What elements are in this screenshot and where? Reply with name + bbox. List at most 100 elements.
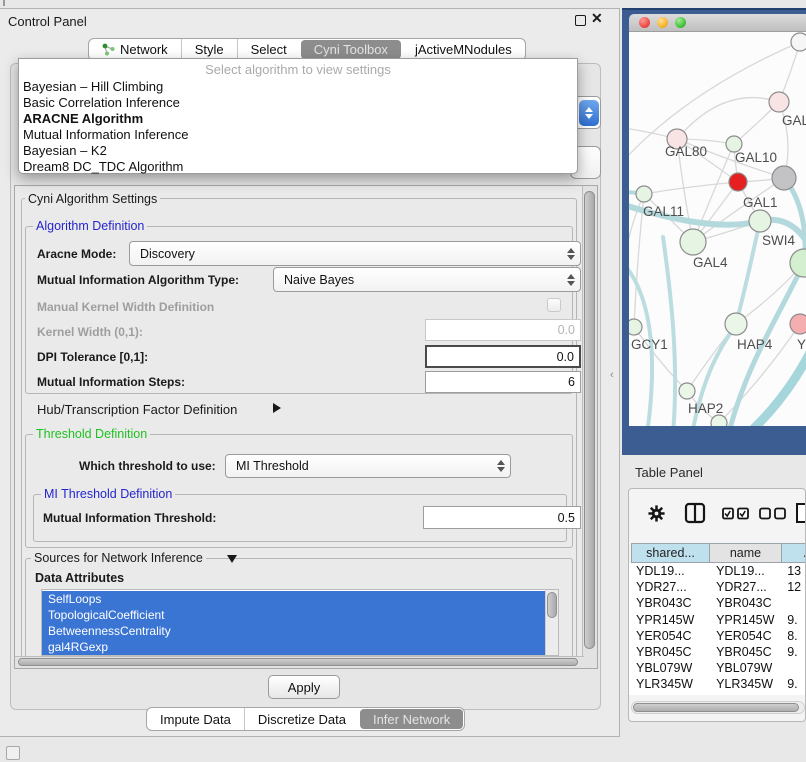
split-columns-icon[interactable]: [684, 502, 706, 529]
network-edge[interactable]: [677, 98, 779, 139]
column-header-shared-name[interactable]: shared...: [631, 543, 710, 563]
tab-cyni-toolbox[interactable]: Cyni Toolbox: [301, 40, 401, 59]
network-node[interactable]: [729, 173, 747, 191]
zoom-button[interactable]: [675, 17, 686, 28]
manual-kernel-width-checkbox[interactable]: [547, 298, 561, 312]
network-node[interactable]: [679, 383, 695, 399]
table-cell[interactable]: YBL079W: [631, 661, 711, 675]
tab-select[interactable]: Select: [237, 39, 300, 60]
mi-algorithm-type-combo[interactable]: Naive Bayes: [273, 267, 581, 292]
column-header-partial[interactable]: A: [782, 543, 806, 563]
tab-network[interactable]: Network: [89, 39, 181, 60]
table-cell[interactable]: YDR27...: [711, 580, 782, 594]
node-table-body[interactable]: YDL19...YDL19...13YDR27...YDR27...12YBR0…: [629, 563, 806, 695]
mi-steps-field[interactable]: 6: [425, 371, 581, 393]
settings-hscrollbar-thumb[interactable]: [18, 658, 578, 666]
table-cell[interactable]: YER054C: [711, 629, 782, 643]
table-cell[interactable]: 12: [782, 580, 806, 594]
table-cell[interactable]: 9.: [782, 694, 806, 695]
collapse-arrow-icon[interactable]: [227, 555, 237, 563]
table-row[interactable]: YDR27...YDR27...12: [629, 579, 806, 595]
network-edge[interactable]: [663, 237, 675, 426]
table-cell[interactable]: YER054C: [631, 629, 711, 643]
attribute-list-item[interactable]: SelfLoops: [42, 591, 545, 607]
table-cell[interactable]: YPR145W: [631, 613, 711, 627]
mi-threshold-field[interactable]: 0.5: [423, 506, 581, 529]
network-window-titlebar[interactable]: [629, 14, 806, 32]
network-node[interactable]: [636, 186, 652, 202]
aracne-mode-combo[interactable]: Discovery: [129, 241, 581, 266]
tab-jactivemnodules[interactable]: jActiveMNodules: [402, 39, 525, 60]
select-all-checks-icon[interactable]: [722, 507, 750, 525]
table-row[interactable]: YBR045CYBR045C9.: [629, 644, 806, 660]
network-node[interactable]: [772, 166, 796, 190]
tab-style[interactable]: Style: [181, 39, 237, 60]
network-node[interactable]: [725, 313, 747, 335]
table-cell[interactable]: YIL052C: [711, 694, 782, 695]
algorithm-option[interactable]: ARACNE Algorithm: [19, 111, 577, 127]
table-cell[interactable]: YLR345W: [631, 677, 711, 691]
network-node[interactable]: [629, 319, 642, 335]
table-cell[interactable]: YBR043C: [631, 596, 711, 610]
table-cell[interactable]: YDR27...: [631, 580, 711, 594]
list-scrollbar-thumb[interactable]: [547, 592, 557, 618]
table-row[interactable]: YPR145WYPR145W9.: [629, 612, 806, 628]
network-node[interactable]: [790, 314, 806, 334]
algorithm-option[interactable]: Basic Correlation Inference: [19, 95, 577, 111]
apply-button[interactable]: Apply: [268, 675, 340, 699]
table-cell[interactable]: YBL079W: [711, 661, 782, 675]
table-cell[interactable]: YBR045C: [711, 645, 782, 659]
dock-panel-icon[interactable]: [6, 746, 20, 760]
table-cell[interactable]: 8.: [782, 629, 806, 643]
algorithm-option[interactable]: Bayesian – K2: [19, 143, 577, 159]
network-node[interactable]: [790, 249, 806, 277]
deselect-boxes-icon[interactable]: [759, 507, 787, 525]
float-icon[interactable]: [575, 15, 586, 26]
tab-impute-data[interactable]: Impute Data: [147, 708, 244, 730]
table-cell[interactable]: YDL19...: [711, 564, 782, 578]
table-row[interactable]: YIL052CYIL052C9.: [629, 693, 806, 696]
table-cell[interactable]: 9.: [782, 677, 806, 691]
table-row[interactable]: YBR043CYBR043C: [629, 595, 806, 611]
algorithm-option[interactable]: Mutual Information Inference: [19, 127, 577, 143]
expand-arrow-icon[interactable]: [273, 403, 281, 413]
table-cell[interactable]: YDL19...: [631, 564, 711, 578]
document-icon[interactable]: [795, 502, 806, 529]
table-cell[interactable]: YLR345W: [711, 677, 782, 691]
algorithm-option[interactable]: Bayesian – Hill Climbing: [19, 79, 577, 95]
network-node[interactable]: [791, 33, 806, 51]
network-node[interactable]: [680, 229, 706, 255]
network-node[interactable]: [769, 92, 789, 112]
table-cell[interactable]: YBR043C: [711, 596, 782, 610]
table-cell[interactable]: 13: [782, 564, 806, 578]
table-row[interactable]: YER054CYER054C8.: [629, 628, 806, 644]
splitpane-collapse-arrow[interactable]: ‹: [610, 369, 614, 381]
attribute-list-item[interactable]: BetweennessCentrality: [42, 623, 545, 639]
table-row[interactable]: YDL19...YDL19...13: [629, 563, 806, 579]
kernel-width-field[interactable]: 0.0: [425, 319, 581, 341]
dpi-tolerance-field[interactable]: 0.0: [425, 345, 581, 368]
gear-icon[interactable]: [647, 504, 666, 528]
combo-stepper-blue[interactable]: [579, 100, 599, 126]
minimize-button[interactable]: [657, 17, 668, 28]
network-canvas[interactable]: GALGAL80GAL10GAL1GAL11SWI4GAL4GCY1HAP4YH…: [629, 32, 806, 426]
tab-infer-network[interactable]: Infer Network: [360, 709, 463, 729]
attribute-list-item[interactable]: TopologicalCoefficient: [42, 607, 545, 623]
table-row[interactable]: YBL079WYBL079W: [629, 660, 806, 676]
table-cell[interactable]: YBR045C: [631, 645, 711, 659]
algorithm-option[interactable]: Dream8 DC_TDC Algorithm: [19, 159, 577, 175]
hub-definition-label[interactable]: Hub/Transcription Factor Definition: [37, 402, 237, 417]
table-cell[interactable]: 9.: [782, 645, 806, 659]
close-button[interactable]: [639, 17, 650, 28]
table-cell[interactable]: YIL052C: [631, 694, 711, 695]
table-cell[interactable]: YPR145W: [711, 613, 782, 627]
data-attributes-listbox[interactable]: SelfLoopsTopologicalCoefficientBetweenne…: [41, 589, 559, 656]
network-node[interactable]: [749, 210, 771, 232]
network-node[interactable]: [711, 415, 727, 426]
close-icon[interactable]: ✕: [591, 10, 603, 27]
table-cell[interactable]: 9.: [782, 613, 806, 627]
settings-vscrollbar-thumb[interactable]: [584, 191, 595, 649]
tab-discretize-data[interactable]: Discretize Data: [244, 708, 359, 730]
table-row[interactable]: YLR345WYLR345W9.: [629, 676, 806, 692]
network-edge[interactable]: [644, 182, 738, 194]
